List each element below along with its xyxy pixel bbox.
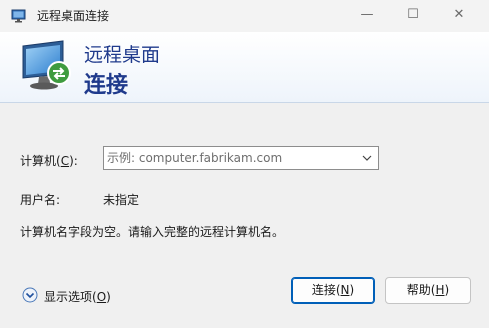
remote-desktop-monitor-icon <box>22 40 71 90</box>
expand-circle-icon[interactable] <box>22 287 38 303</box>
maximize-button[interactable]: ☐ <box>390 0 436 32</box>
minimize-icon: — <box>360 7 374 22</box>
help-button[interactable]: 帮助(H) <box>385 277 471 304</box>
close-icon: ✕ <box>453 7 465 22</box>
maximize-icon: ☐ <box>407 7 419 22</box>
minimize-button[interactable]: — <box>344 0 390 32</box>
remote-desktop-icon <box>11 9 26 23</box>
status-message: 计算机名字段为空。请输入完整的远程计算机名。 <box>20 225 285 239</box>
computer-label: 计算机(C): <box>20 154 78 168</box>
show-options-toggle[interactable]: 显示选项(O) <box>22 285 122 305</box>
title-bar[interactable]: 远程桌面连接 — ☐ ✕ <box>0 0 489 32</box>
dialog-body: 计算机(C): 用户名: 未指定 计算机名字段为空。请输入完整的远程计算机名。 … <box>0 103 489 328</box>
banner-title: 远程桌面 <box>84 44 161 66</box>
chevron-down-icon[interactable] <box>361 152 373 164</box>
close-button[interactable]: ✕ <box>436 0 482 32</box>
computer-input[interactable] <box>104 147 357 169</box>
username-value: 未指定 <box>103 193 140 207</box>
username-label: 用户名: <box>20 193 61 207</box>
banner-subtitle: 连接 <box>84 73 129 98</box>
show-options-label: 显示选项(O) <box>44 290 111 304</box>
header-banner: 远程桌面 连接 <box>0 32 489 103</box>
computer-combobox[interactable] <box>103 146 379 170</box>
window-title: 远程桌面连接 <box>37 9 110 23</box>
connect-button[interactable]: 连接(N) <box>291 277 375 304</box>
